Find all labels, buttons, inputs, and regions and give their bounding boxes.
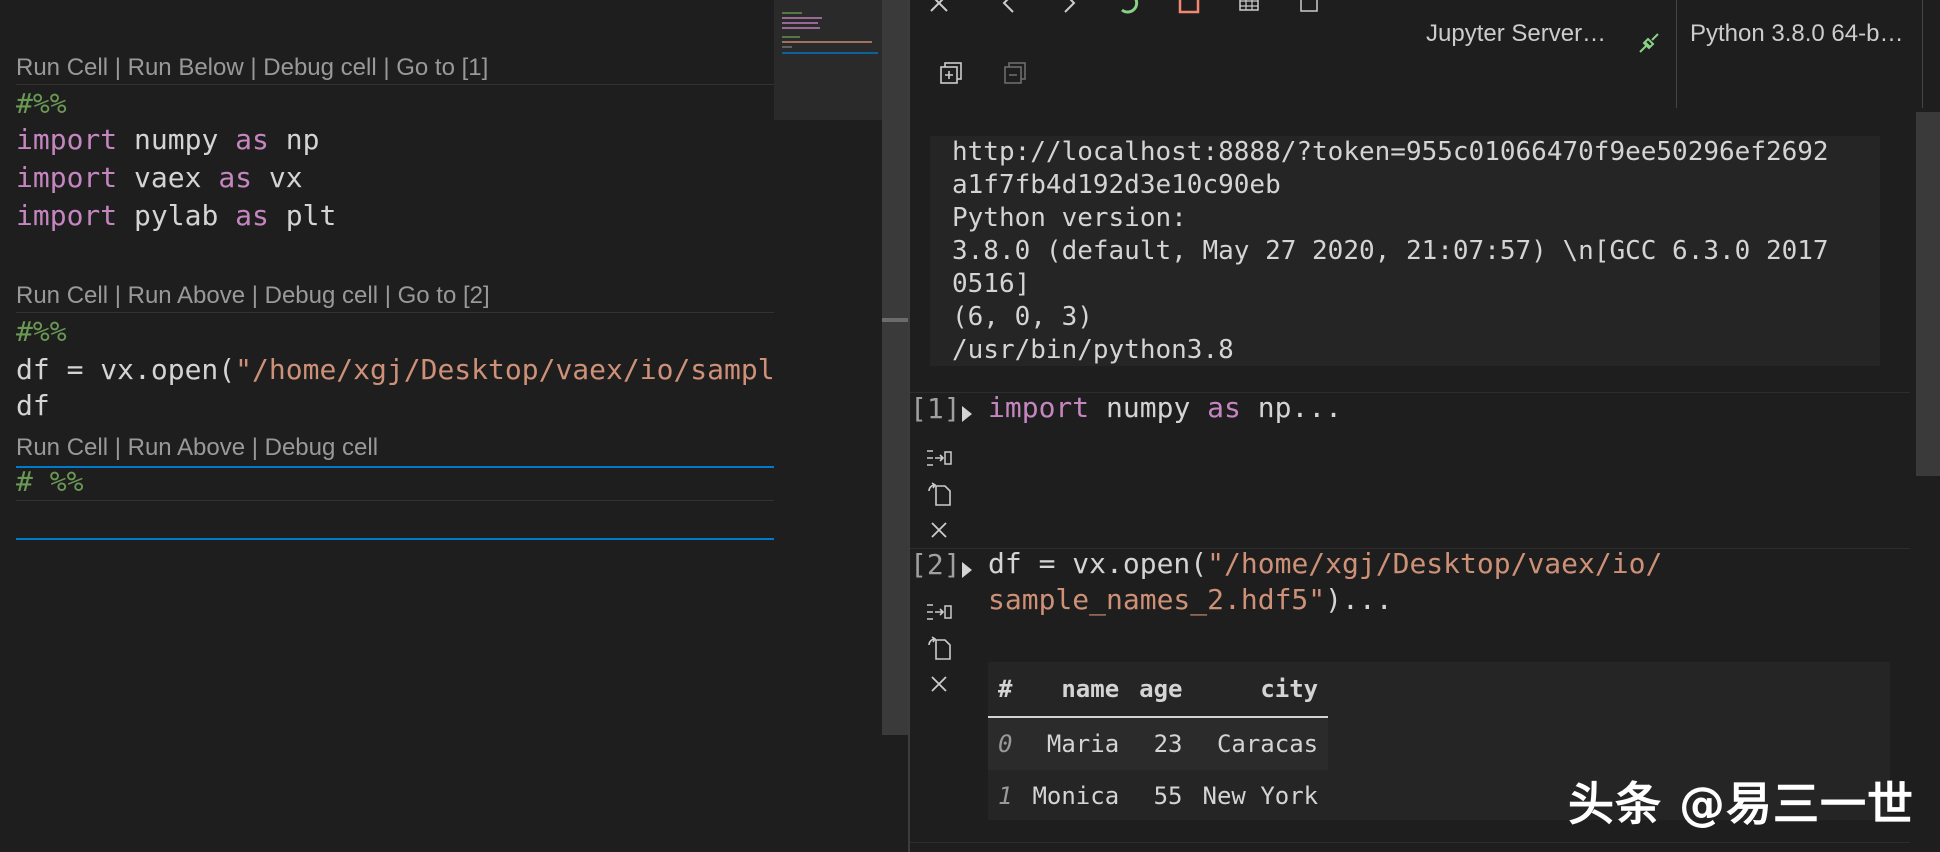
editor-scrollbar[interactable] bbox=[882, 0, 908, 735]
minimap[interactable] bbox=[774, 0, 882, 852]
table-cell: Monica bbox=[1032, 782, 1120, 810]
collapse-cell-toggle[interactable] bbox=[962, 406, 972, 422]
kernel-info-output: http://localhost:8888/?token=955c0106647… bbox=[930, 136, 1880, 366]
cell-marker: # %% bbox=[16, 465, 84, 498]
interrupt-icon[interactable] bbox=[924, 0, 954, 18]
code-line: df bbox=[16, 389, 50, 422]
code-line: import pylab as plt bbox=[16, 199, 337, 232]
output-line: a1f7fb4d192d3e10c90eb bbox=[952, 170, 1281, 200]
connected-plug-icon[interactable] bbox=[1634, 28, 1664, 58]
run-below-link[interactable]: Run Below bbox=[128, 54, 244, 81]
minimap-line bbox=[782, 12, 802, 14]
output-line: (6, 0, 3) bbox=[952, 302, 1093, 332]
output-line: 0516] bbox=[952, 269, 1031, 299]
table-cell: New York bbox=[1202, 782, 1319, 810]
cell-marker: #%% bbox=[16, 87, 67, 120]
toolbar-separator bbox=[1922, 0, 1923, 108]
restart-kernel-icon[interactable] bbox=[1114, 0, 1144, 18]
debug-cell-link[interactable]: Debug cell bbox=[265, 434, 378, 461]
undo-icon[interactable] bbox=[994, 0, 1024, 18]
goto-cell-2-link[interactable]: Go to [2] bbox=[398, 282, 490, 309]
code-lens-cell-3: Run Cell | Run Above | Debug cell bbox=[16, 434, 379, 461]
redo-icon[interactable] bbox=[1054, 0, 1084, 18]
collapse-cell-toggle[interactable] bbox=[962, 562, 972, 578]
minimap-line bbox=[782, 27, 820, 29]
save-icon[interactable] bbox=[1294, 0, 1324, 18]
run-cell-link[interactable]: Run Cell bbox=[16, 282, 108, 309]
minimap-line bbox=[782, 36, 800, 38]
debug-cell-link[interactable]: Debug cell bbox=[263, 54, 376, 81]
jupyter-server-label[interactable]: Jupyter Server… bbox=[1426, 20, 1606, 48]
output-line: /usr/bin/python3.8 bbox=[952, 335, 1234, 365]
code-line: import vaex as vx bbox=[16, 161, 303, 194]
goto-code-icon[interactable] bbox=[924, 598, 954, 626]
variables-icon[interactable] bbox=[1234, 0, 1264, 18]
code-lens-cell-1: Run Cell | Run Below | Debug cell | Go t… bbox=[16, 54, 489, 81]
run-cell-link[interactable]: Run Cell bbox=[16, 54, 108, 81]
table-cell: 55 bbox=[1153, 782, 1183, 810]
table-cell: Maria bbox=[1022, 717, 1130, 770]
cell-code[interactable]: df = vx.open("/home/xgj/Desktop/vaex/io/ bbox=[988, 546, 1662, 582]
execution-count: [1] bbox=[910, 392, 961, 425]
table-row: 0 Maria 23 Caracas bbox=[988, 717, 1329, 770]
cell-divider bbox=[16, 84, 774, 85]
minimap-line bbox=[782, 17, 822, 19]
copy-to-source-icon[interactable] bbox=[924, 634, 954, 662]
table-header-row: # name age city bbox=[988, 662, 1329, 718]
output-line: 3.8.0 (default, May 27 2020, 21:07:57) \… bbox=[952, 236, 1829, 266]
minimap-line bbox=[782, 41, 872, 43]
delete-cell-icon[interactable] bbox=[924, 516, 954, 544]
goto-code-icon[interactable] bbox=[924, 444, 954, 472]
interactive-scrollbar[interactable] bbox=[1916, 112, 1940, 476]
table-cell: Caracas bbox=[1192, 717, 1329, 770]
cell-divider bbox=[16, 312, 774, 313]
row-index: 1 bbox=[998, 782, 1013, 810]
active-cell-top-border bbox=[16, 466, 774, 468]
column-header: age bbox=[1129, 662, 1193, 718]
table-row: 1 Monica 55 New York bbox=[988, 770, 1328, 822]
cell-separator bbox=[910, 842, 1910, 843]
cell-divider bbox=[16, 500, 774, 501]
delete-cell-icon[interactable] bbox=[924, 670, 954, 698]
expand-all-icon[interactable] bbox=[936, 58, 966, 88]
run-above-link[interactable]: Run Above bbox=[128, 282, 245, 309]
cell-marker: #%% bbox=[16, 315, 67, 348]
interactive-window: Jupyter Server… Python 3.8.0 64-b… http:… bbox=[910, 0, 1940, 852]
minimap-line bbox=[782, 52, 878, 54]
output-line: http://localhost:8888/?token=955c0106647… bbox=[952, 137, 1829, 167]
scrollbar-thumb[interactable] bbox=[882, 318, 908, 322]
code-lens-cell-2: Run Cell | Run Above | Debug cell | Go t… bbox=[16, 282, 490, 309]
cell-code[interactable]: import numpy as np... bbox=[988, 390, 1342, 426]
goto-cell-1-link[interactable]: Go to [1] bbox=[396, 54, 488, 81]
output-line: Python version: bbox=[952, 203, 1187, 233]
toolbar-separator bbox=[1676, 0, 1677, 108]
minimap-line bbox=[782, 22, 818, 24]
execution-count: [2] bbox=[910, 548, 961, 581]
column-header: # bbox=[988, 662, 1023, 718]
run-above-link[interactable]: Run Above bbox=[128, 434, 245, 461]
copy-to-source-icon[interactable] bbox=[924, 480, 954, 508]
run-cell-link[interactable]: Run Cell bbox=[16, 434, 108, 461]
kernel-picker[interactable]: Python 3.8.0 64-b… bbox=[1690, 20, 1903, 48]
code-line: df = vx.open("/home/xgj/Desktop/vaex/io/… bbox=[16, 353, 774, 386]
dataframe-table: # name age city 0 Maria 23 Caracas 1 Mon… bbox=[988, 662, 1329, 822]
watermark: 头条 @易三一世 bbox=[1567, 777, 1914, 831]
stop-icon[interactable] bbox=[1174, 0, 1204, 18]
code-editor[interactable]: Run Cell | Run Below | Debug cell | Go t… bbox=[0, 0, 774, 852]
minimap-line bbox=[782, 46, 792, 48]
row-index: 0 bbox=[988, 717, 1023, 770]
table-cell: 23 bbox=[1129, 717, 1193, 770]
debug-cell-link[interactable]: Debug cell bbox=[265, 282, 378, 309]
cell-code-continued[interactable]: sample_names_2.hdf5")... bbox=[988, 582, 1393, 618]
collapse-all-icon[interactable] bbox=[1000, 58, 1030, 88]
column-header: city bbox=[1192, 662, 1329, 718]
code-line: import numpy as np bbox=[16, 123, 320, 156]
active-cell-bottom-border bbox=[16, 538, 774, 540]
column-header: name bbox=[1022, 662, 1130, 718]
